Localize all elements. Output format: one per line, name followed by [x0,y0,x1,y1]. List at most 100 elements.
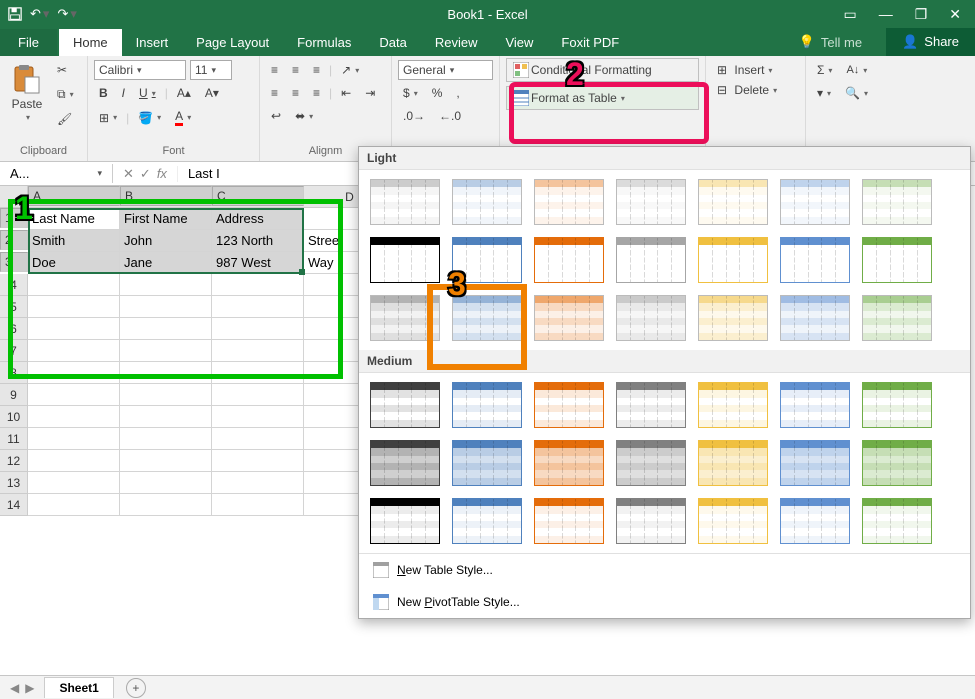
format-as-table-button[interactable]: Format as Table ▾ [506,86,699,110]
align-center-button[interactable]: ≡ [287,83,304,103]
cell[interactable] [28,450,120,472]
table-style-swatch[interactable] [777,176,853,228]
find-select-button[interactable]: 🔍▾ [840,83,873,103]
table-style-swatch[interactable] [777,495,853,547]
maximize-button[interactable]: ❐ [915,6,928,23]
cell[interactable] [28,296,120,318]
tab-formulas[interactable]: Formulas [283,29,365,56]
cell[interactable] [120,450,212,472]
cell[interactable]: Last Name [28,208,120,230]
table-style-swatch[interactable] [531,234,607,286]
number-format-select[interactable]: General▾ [398,60,493,80]
table-style-swatch[interactable] [695,292,771,344]
cell[interactable] [28,406,120,428]
tab-review[interactable]: Review [421,29,492,56]
table-style-swatch[interactable] [859,234,935,286]
tab-insert[interactable]: Insert [122,29,183,56]
align-right-button[interactable]: ≡ [308,83,325,103]
table-style-swatch[interactable] [531,495,607,547]
cell[interactable] [28,362,120,384]
cell[interactable] [212,318,304,340]
row-header[interactable]: 14 [0,494,28,516]
sheet-prev-icon[interactable]: ◀ [10,681,19,695]
table-style-swatch[interactable] [859,437,935,489]
row-header[interactable]: 4 [0,274,28,296]
table-style-swatch[interactable] [859,292,935,344]
cell[interactable] [28,384,120,406]
merge-center-button[interactable]: ⬌▾ [290,106,318,126]
underline-button[interactable]: U▾ [134,83,161,103]
table-style-swatch[interactable] [695,234,771,286]
table-style-swatch[interactable] [695,176,771,228]
cell[interactable]: Jane [120,252,212,274]
cell[interactable]: Doe [28,252,120,274]
italic-button[interactable]: I [117,83,130,103]
cell[interactable] [120,472,212,494]
cell[interactable] [120,296,212,318]
table-style-swatch[interactable] [449,495,525,547]
cell[interactable] [212,494,304,516]
cell[interactable] [28,274,120,296]
align-left-button[interactable]: ≡ [266,83,283,103]
tab-file[interactable]: File [0,29,57,56]
tab-foxit[interactable]: Foxit PDF [547,29,633,56]
grow-font-button[interactable]: A▴ [172,83,196,103]
table-style-swatch[interactable] [613,379,689,431]
cell[interactable] [120,318,212,340]
cell[interactable] [120,384,212,406]
font-color-button[interactable]: A▾ [170,106,196,129]
table-style-swatch[interactable] [367,176,443,228]
copy-button[interactable]: ⧉▾ [52,84,79,105]
table-style-swatch[interactable] [613,234,689,286]
cell[interactable]: 123 North [212,230,304,252]
font-name-select[interactable]: Calibri▾ [94,60,186,80]
column-header[interactable]: B [120,186,212,206]
delete-cells-button[interactable]: ⊟ Delete▾ [712,80,799,100]
table-style-swatch[interactable] [859,176,935,228]
tell-me[interactable]: 💡 Tell me [787,28,874,56]
table-style-swatch[interactable] [695,495,771,547]
column-header[interactable]: A [28,186,120,206]
increase-decimal-button[interactable]: .0→ [398,106,430,126]
table-style-swatch[interactable] [777,379,853,431]
row-header[interactable]: 11 [0,428,28,450]
table-style-swatch[interactable] [449,379,525,431]
borders-button[interactable]: ⊞▾ [94,108,122,128]
cell[interactable] [28,494,120,516]
table-style-swatch[interactable] [367,437,443,489]
row-header[interactable]: 9 [0,384,28,406]
decrease-decimal-button[interactable]: ←.0 [434,106,466,126]
align-middle-button[interactable]: ≡ [287,60,304,80]
insert-cells-button[interactable]: ⊞ Insert▾ [712,60,799,80]
cell[interactable] [28,472,120,494]
table-style-swatch[interactable] [777,437,853,489]
table-style-swatch[interactable] [613,437,689,489]
table-style-swatch[interactable] [449,176,525,228]
new-sheet-button[interactable]: + [126,678,146,698]
tab-page-layout[interactable]: Page Layout [182,29,283,56]
sheet-tab-sheet1[interactable]: Sheet1 [44,677,113,698]
paste-button[interactable]: Paste ▾ [6,60,48,129]
sort-filter-button[interactable]: A↓▾ [841,61,872,79]
table-style-swatch[interactable] [859,379,935,431]
row-header[interactable]: 5 [0,296,28,318]
decrease-indent-button[interactable]: ⇤ [336,83,356,103]
accounting-button[interactable]: $▾ [398,83,423,103]
cell[interactable] [120,428,212,450]
cell[interactable] [120,340,212,362]
cut-button[interactable]: ✂ [52,60,79,80]
table-style-swatch[interactable] [613,292,689,344]
row-header[interactable]: 10 [0,406,28,428]
table-style-swatch[interactable] [367,292,443,344]
table-style-swatch[interactable] [367,234,443,286]
ribbon-options-icon[interactable]: ▭ [843,6,856,23]
table-style-swatch[interactable] [367,495,443,547]
table-style-swatch[interactable] [531,176,607,228]
cell[interactable] [120,274,212,296]
fill-button[interactable]: ▾▾ [812,83,836,103]
autosum-button[interactable]: Σ▾ [812,60,837,80]
cell[interactable] [212,362,304,384]
row-header[interactable]: 13 [0,472,28,494]
tab-home[interactable]: Home [59,29,122,56]
minimize-button[interactable]: — [879,6,893,22]
